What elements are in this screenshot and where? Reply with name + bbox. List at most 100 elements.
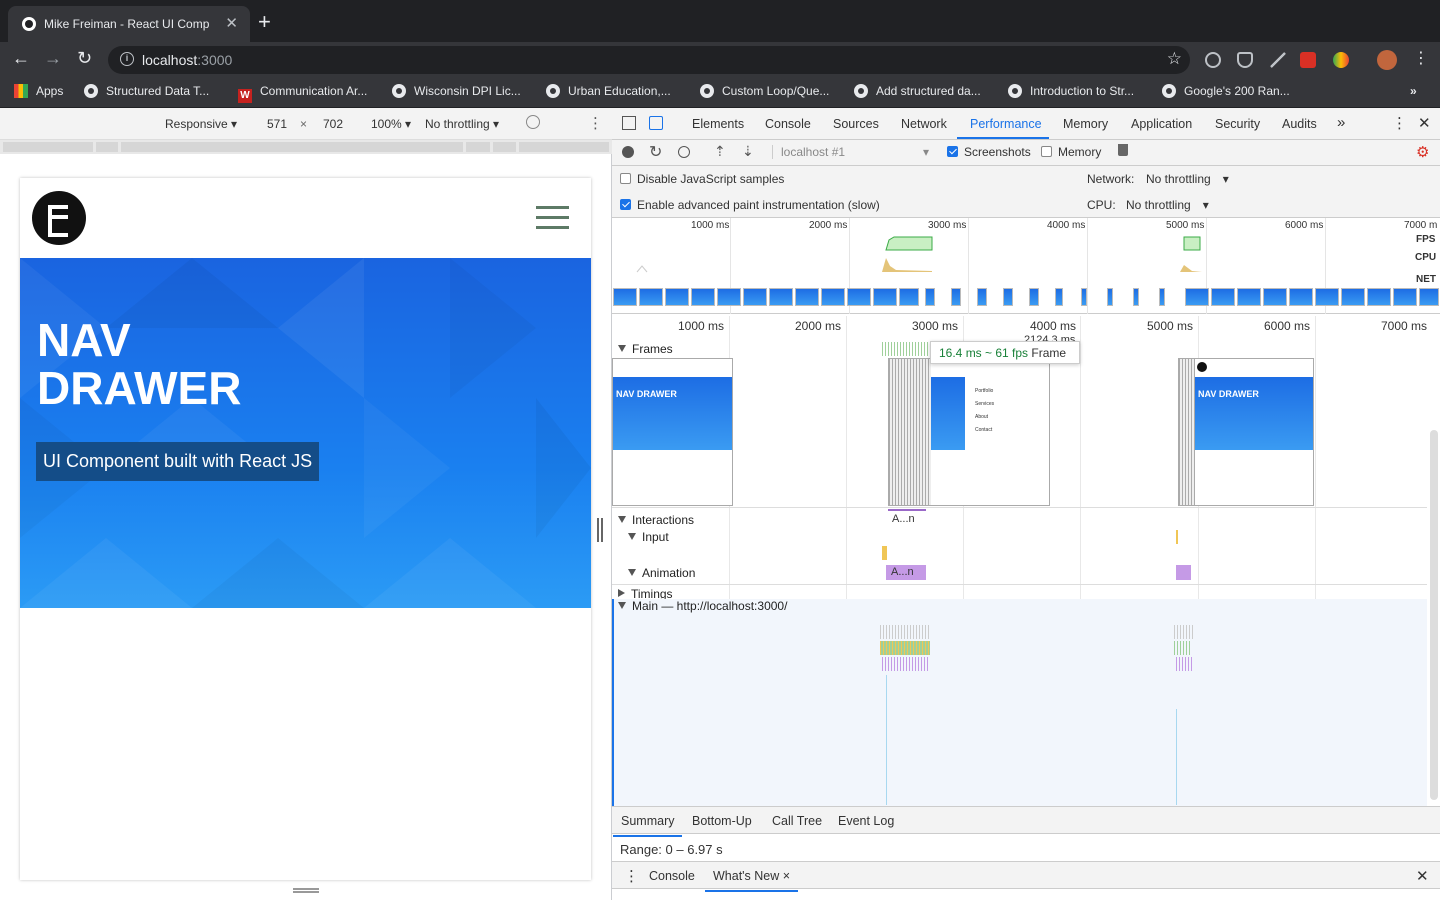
frame-screenshot[interactable]: Portfolio Services About Contact — [888, 358, 1050, 506]
checkbox-checked-icon — [947, 146, 958, 157]
devtools-menu-icon[interactable]: ⋮ — [1392, 114, 1407, 132]
tab-event-log[interactable]: Event Log — [838, 814, 894, 828]
site-info-icon[interactable]: i — [120, 52, 134, 66]
reload-icon[interactable]: ↻ — [77, 48, 92, 69]
viewport-bottom-grip[interactable] — [293, 888, 319, 893]
tab-application[interactable]: Application — [1131, 117, 1192, 131]
bookmark-item[interactable]: Google's 200 Ran... — [1162, 84, 1290, 98]
bookmark-apps[interactable]: Apps — [14, 84, 63, 98]
tab-console[interactable]: Console — [765, 117, 811, 131]
forward-icon[interactable]: → — [44, 48, 62, 69]
bookmark-item[interactable]: Add structured da... — [854, 84, 981, 98]
rotate-icon[interactable] — [526, 115, 540, 129]
main-thread-track[interactable]: Main — http://localhost:3000/ — [612, 599, 1427, 806]
garbage-collect-icon[interactable] — [1118, 144, 1128, 156]
device-toolbar-icon[interactable] — [649, 116, 663, 130]
inspect-element-icon[interactable] — [622, 116, 636, 130]
bookmark-item[interactable]: Wisconsin DPI Lic... — [392, 84, 521, 98]
animation-bar[interactable] — [1176, 565, 1191, 580]
disable-js-samples-checkbox[interactable]: Disable JavaScript samples — [620, 172, 784, 186]
tab-summary[interactable]: Summary — [612, 814, 684, 837]
bookmark-star-icon[interactable]: ☆ — [1167, 49, 1182, 69]
pocket-icon[interactable] — [1237, 52, 1253, 68]
viewport-height-input[interactable]: 702 — [323, 117, 343, 131]
frames-track-toggle[interactable]: Frames — [618, 342, 673, 356]
viewport-resize-handle[interactable] — [597, 518, 603, 542]
tab-elements[interactable]: Elements — [692, 117, 744, 131]
tab-memory[interactable]: Memory — [1063, 117, 1108, 131]
timeline-overview[interactable]: 1000 ms 2000 ms 3000 ms 4000 ms 5000 ms … — [612, 218, 1440, 314]
tab-sources[interactable]: Sources — [833, 117, 879, 131]
drawer-tab-whats-new[interactable]: What's New × — [704, 869, 799, 892]
devtools-close-icon[interactable]: ✕ — [1418, 114, 1431, 132]
frame-screenshot[interactable]: NAV DRAWER — [1178, 358, 1314, 506]
tab-bottom-up[interactable]: Bottom-Up — [692, 814, 752, 828]
cpu-throttle-select[interactable]: No throttling ▾ — [1126, 198, 1209, 212]
profile-avatar[interactable] — [1377, 50, 1397, 70]
load-profile-icon[interactable]: ⇡ — [714, 143, 726, 160]
bookmark-item[interactable]: Custom Loop/Que... — [700, 84, 829, 98]
tab-network[interactable]: Network — [901, 117, 947, 131]
reload-profile-icon[interactable]: ↻ — [649, 142, 662, 162]
animation-track-toggle[interactable]: Animation — [628, 566, 695, 580]
site-logo[interactable] — [32, 191, 86, 245]
checkbox-unchecked-icon — [620, 173, 631, 184]
network-throttle-select[interactable]: No throttling ▾ — [1146, 172, 1229, 186]
tab-audits[interactable]: Audits — [1282, 117, 1317, 131]
range-summary: Range: 0 – 6.97 s — [620, 842, 723, 857]
tab-close-icon[interactable]: ✕ — [225, 14, 238, 32]
whats-new-close-icon[interactable]: × — [783, 869, 790, 883]
device-toolbar: Responsive ▾ 571 × 702 100% ▾ No throttl… — [0, 108, 612, 140]
interactions-track-toggle[interactable]: Interactions — [618, 513, 694, 527]
address-bar[interactable]: i localhost:3000 ☆ — [108, 46, 1190, 74]
tab-call-tree[interactable]: Call Tree — [772, 814, 822, 828]
timeline-scrollbar[interactable] — [1430, 430, 1438, 800]
bookmark-item[interactable]: W Communication Ar... — [238, 84, 367, 103]
bookmark-item[interactable]: Introduction to Str... — [1008, 84, 1134, 98]
drawer-menu-icon[interactable]: ⋮ — [624, 867, 639, 885]
record-icon[interactable] — [622, 146, 634, 158]
extension-lightbulb-icon[interactable] — [1205, 52, 1221, 68]
screenshot-filmstrip — [612, 286, 1440, 310]
zoom-select[interactable]: 100% ▾ — [371, 117, 411, 131]
new-tab-icon[interactable]: + — [258, 11, 271, 33]
drawer-close-icon[interactable]: ✕ — [1416, 867, 1429, 885]
back-icon[interactable]: ← — [12, 48, 30, 69]
drawer-tab-console[interactable]: Console — [649, 869, 695, 883]
timeline-flame-chart[interactable]: 1000 ms 2000 ms 3000 ms 4000 ms 5000 ms … — [612, 316, 1440, 806]
browser-tab[interactable]: Mike Freiman - React UI Comp ✕ — [8, 6, 250, 42]
colorpick-icon[interactable] — [1333, 52, 1349, 68]
chrome-menu-icon[interactable]: ⋮ — [1413, 48, 1429, 68]
tab-security[interactable]: Security — [1215, 117, 1260, 131]
bookmark-item[interactable]: Urban Education,... — [546, 84, 671, 98]
devtools-tabbar: Elements Console Sources Network Perform… — [612, 108, 1440, 140]
screenshots-checkbox[interactable]: Screenshots — [947, 145, 1031, 159]
animation-bar[interactable]: A...n — [886, 565, 926, 580]
capture-settings-icon[interactable]: ⚙ — [1416, 143, 1429, 161]
throttling-select[interactable]: No throttling ▾ — [425, 117, 499, 131]
timeline-tick: 3000 ms — [912, 319, 959, 333]
input-track-toggle[interactable]: Input — [628, 530, 669, 544]
viewport-width-input[interactable]: 571 — [267, 117, 287, 131]
extension-red-icon[interactable] — [1300, 52, 1316, 68]
frame-screenshot[interactable]: NAV DRAWER — [612, 358, 733, 506]
screenshots-label: Screenshots — [964, 145, 1031, 159]
recording-select[interactable]: localhost #1 ▾ — [772, 145, 932, 159]
media-query-ruler[interactable] — [0, 140, 612, 154]
pen-extension-icon[interactable] — [1270, 52, 1286, 68]
memory-checkbox[interactable]: Memory — [1041, 145, 1101, 159]
cpu-throttle-label: CPU: — [1087, 198, 1116, 212]
more-bookmarks-icon[interactable]: » — [1410, 84, 1417, 98]
hero-title-line: DRAWER — [37, 362, 242, 414]
clear-icon[interactable] — [678, 146, 690, 158]
save-profile-icon[interactable]: ⇣ — [742, 143, 754, 160]
main-track-toggle[interactable]: Main — http://localhost:3000/ — [618, 599, 787, 613]
tab-performance[interactable]: Performance — [970, 117, 1042, 131]
advanced-paint-checkbox[interactable]: Enable advanced paint instrumentation (s… — [620, 198, 880, 212]
bookmark-item[interactable]: Structured Data T... — [84, 84, 209, 98]
device-mode-select[interactable]: Responsive ▾ — [165, 117, 237, 131]
device-more-icon[interactable]: ⋮ — [588, 114, 603, 132]
hamburger-menu-icon[interactable] — [536, 206, 569, 231]
bookmark-label: Apps — [36, 84, 64, 98]
more-tabs-icon[interactable]: » — [1337, 114, 1345, 131]
